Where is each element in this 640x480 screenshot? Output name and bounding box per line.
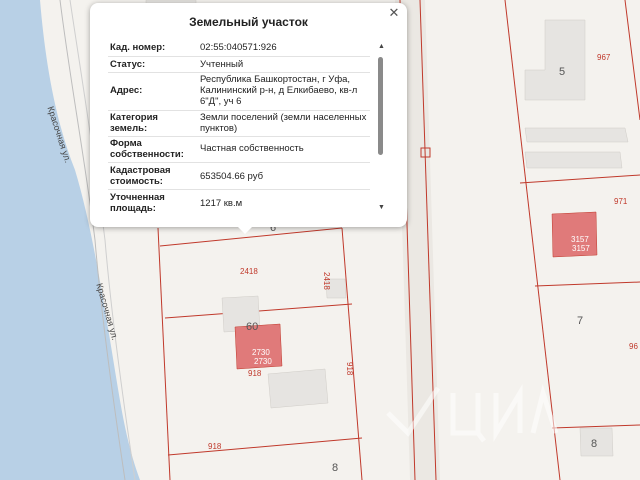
parcel-line: [624, 0, 640, 121]
triangle-up-icon[interactable]: ▲: [378, 43, 385, 50]
info-row: Уточненная площадь: 1217 кв.м: [108, 189, 370, 215]
popup-title: Земельный участок: [189, 15, 308, 29]
building: [524, 151, 623, 169]
row-value: 02:55:040571:926: [200, 42, 277, 53]
row-label: Уточненная площадь:: [110, 192, 165, 214]
row-value: Республика Башкортостан, г Уфа, Калининс…: [200, 74, 358, 107]
building-label: 3157: [572, 244, 590, 253]
info-row: Статус: Учтенный: [108, 56, 370, 73]
parcel-number: 2418: [240, 267, 258, 276]
info-row: Форма собственности: Частная собственнос…: [108, 136, 370, 163]
row-label: Кадастровая стоимость:: [110, 165, 171, 187]
parcel-number: 967: [597, 53, 611, 62]
info-row: Адрес: Республика Башкортостан, г Уфа, К…: [108, 72, 370, 111]
row-label: Форма собственности:: [110, 138, 184, 160]
close-icon[interactable]: ✕: [387, 6, 401, 20]
cian-watermark-icon: [386, 383, 558, 443]
row-value: 1217 кв.м: [200, 198, 243, 209]
building: [524, 127, 629, 143]
building: [524, 19, 586, 101]
house-number: 60: [246, 321, 259, 333]
row-label: Адрес:: [110, 85, 143, 96]
building-label: 2730: [252, 348, 270, 357]
building: [267, 368, 329, 409]
house-number: 7: [577, 315, 584, 327]
info-row: Кад. номер: 02:55:040571:926: [108, 39, 370, 57]
row-label: Кад. номер:: [110, 42, 166, 53]
row-value: Учтенный: [200, 59, 244, 70]
popup-pointer: [236, 225, 254, 234]
parcel-line: [157, 227, 171, 480]
row-label: Статус:: [110, 59, 146, 70]
parcel-number: 971: [614, 197, 628, 206]
house-number: 8: [591, 438, 598, 450]
parcel-number: 918: [345, 362, 354, 376]
scrollbar-thumb[interactable]: [378, 57, 383, 155]
parcel-line: [167, 437, 363, 456]
parcel-number: 918: [208, 442, 222, 451]
info-row: Категория земель: Земли поселений (земли…: [108, 110, 370, 137]
house-number: 8: [332, 462, 339, 474]
building-label: 2730: [254, 357, 272, 366]
parcel-info-popup: Земельный участок ✕ Кад. номер: 02:55:04…: [90, 3, 407, 227]
row-value: Частная собственность: [200, 143, 304, 154]
parcel-line: [519, 174, 640, 184]
parcel-line: [551, 424, 640, 429]
info-row: Кадастровая стоимость: 653504.66 руб: [108, 162, 370, 190]
building-label: 3157: [571, 235, 589, 244]
parcel-line: [341, 227, 363, 480]
info-table: Кад. номер: 02:55:040571:926 Статус: Учт…: [108, 39, 370, 215]
parcel-number: 96: [629, 342, 638, 351]
row-label: Категория земель:: [110, 112, 158, 134]
house-number: 5: [559, 66, 566, 78]
row-value: 653504.66 руб: [200, 171, 264, 182]
row-value: Земли поселений (земли населенных пункто…: [200, 112, 367, 134]
parcel-number: 2418: [322, 272, 331, 290]
parcel-number: 918: [248, 369, 262, 378]
parcel-line: [534, 281, 640, 287]
triangle-down-icon[interactable]: ▼: [378, 204, 385, 211]
